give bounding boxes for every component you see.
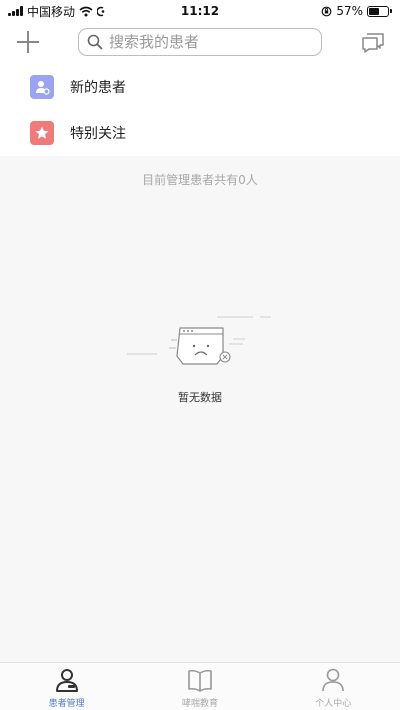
tab-label-asthma-education: 哮喘教育	[181, 699, 218, 709]
call-forward-icon	[97, 6, 105, 16]
patient-manage-icon	[55, 669, 78, 692]
tab-patient-management[interactable]: 患者管理	[17, 663, 117, 709]
tab-label-patient-management: 患者管理	[48, 699, 85, 709]
book-icon	[188, 669, 212, 692]
menu-item-special-attention[interactable]: 特别关注	[0, 110, 400, 156]
empty-state-text: 暂无数据	[178, 391, 222, 404]
signal-icon	[8, 6, 23, 16]
battery-percent: 57%	[336, 4, 363, 18]
person-icon	[322, 668, 345, 692]
menu-item-new-patients[interactable]: 新的患者	[0, 64, 400, 110]
tab-label-personal-center: 个人中心	[315, 699, 352, 709]
menu-label-new-patients: 新的患者	[70, 80, 126, 96]
star-icon	[30, 121, 54, 145]
search-input[interactable]	[109, 33, 309, 51]
battery-icon	[367, 5, 392, 17]
status-bar: 中国移动 11:12 57%	[0, 0, 400, 22]
menu-label-special-attention: 特别关注	[70, 126, 126, 142]
carrier-name: 中国移动	[27, 4, 76, 19]
new-patient-icon	[30, 75, 54, 99]
orientation-lock-icon	[321, 6, 332, 16]
status-right: 57%	[321, 4, 392, 18]
wifi-icon	[79, 6, 93, 16]
tab-asthma-education[interactable]: 哮喘教育	[150, 663, 250, 709]
tab-personal-center[interactable]: 个人中心	[283, 663, 383, 709]
header	[0, 22, 400, 62]
search-icon	[87, 34, 103, 50]
status-left: 中国移动	[8, 3, 107, 20]
status-time: 11:12	[180, 4, 220, 18]
patient-list-area: 目前管理患者共有0人 暂无数据	[0, 156, 400, 662]
menu-list: 新的患者 特别关注	[0, 64, 400, 156]
add-patient-button[interactable]	[14, 28, 42, 56]
search-box[interactable]	[78, 28, 322, 56]
empty-state-illustration	[127, 316, 271, 365]
messages-button[interactable]	[360, 29, 386, 55]
tab-bar: 患者管理 哮喘教育 个人中心	[0, 662, 400, 710]
patient-count-text: 目前管理患者共有0人	[142, 173, 258, 187]
